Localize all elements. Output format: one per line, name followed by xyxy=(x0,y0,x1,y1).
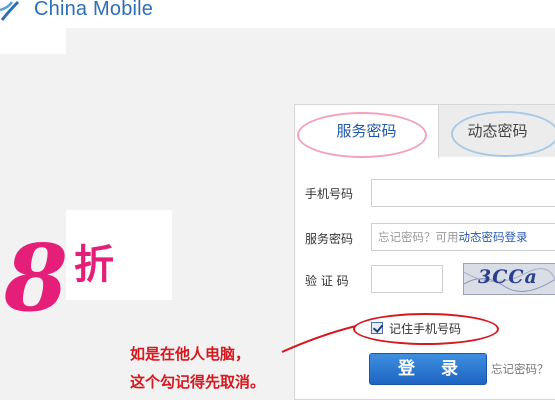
promo-number: 8 xyxy=(3,224,68,330)
captcha-label: 验 证 码 xyxy=(305,274,349,288)
tab-dynamic-password-label: 动态密码 xyxy=(467,122,528,140)
captcha-text: 3CCa xyxy=(478,266,538,288)
login-button[interactable]: 登 录 xyxy=(369,353,487,385)
login-panel: 服务密码 动态密码 手机号码 服务密码 忘记密码？可用动态密码登录 验 证 码 … xyxy=(294,104,555,400)
phone-input[interactable] xyxy=(372,180,555,206)
header-side-block xyxy=(0,28,66,54)
promo-discount-graphic: 8 折 xyxy=(3,224,114,330)
china-mobile-logo-icon xyxy=(0,0,20,21)
annotation-note: 如是在他人电脑， 这个勾记得先取消。 xyxy=(130,340,265,396)
tab-service-password-label: 服务密码 xyxy=(336,122,397,140)
tab-service-password[interactable]: 服务密码 xyxy=(295,105,439,158)
remember-phone-label: 记住手机号码 xyxy=(389,322,462,336)
captcha-image[interactable]: 3CCa xyxy=(463,263,555,295)
captcha-field[interactable] xyxy=(371,265,443,293)
service-password-label: 服务密码 xyxy=(305,232,354,246)
tab-dynamic-password[interactable]: 动态密码 xyxy=(439,105,555,157)
captcha-input[interactable] xyxy=(372,266,442,292)
promo-character: 折 xyxy=(74,242,114,288)
service-password-field[interactable]: 忘记密码？可用动态密码登录 xyxy=(371,223,555,251)
service-password-hint: 忘记密码？可用动态密码登录 xyxy=(378,229,528,245)
service-password-hint-text: 忘记密码？可用 xyxy=(378,230,459,244)
phone-field[interactable] xyxy=(371,179,555,207)
annotation-line-1: 如是在他人电脑， xyxy=(130,345,251,363)
login-tabs: 服务密码 动态密码 xyxy=(295,105,555,158)
dynamic-login-link[interactable]: 动态密码登录 xyxy=(459,230,528,244)
brand-name: China Mobile xyxy=(34,0,154,20)
header-bar: China Mobile xyxy=(0,0,555,28)
remember-phone-checkbox[interactable] xyxy=(371,322,383,334)
forgot-password-link[interactable]: 忘记密码？ xyxy=(491,361,549,377)
remember-phone-option[interactable]: 记住手机号码 xyxy=(353,313,499,345)
annotation-line-2: 这个勾记得先取消。 xyxy=(130,373,266,391)
phone-label: 手机号码 xyxy=(305,187,354,201)
